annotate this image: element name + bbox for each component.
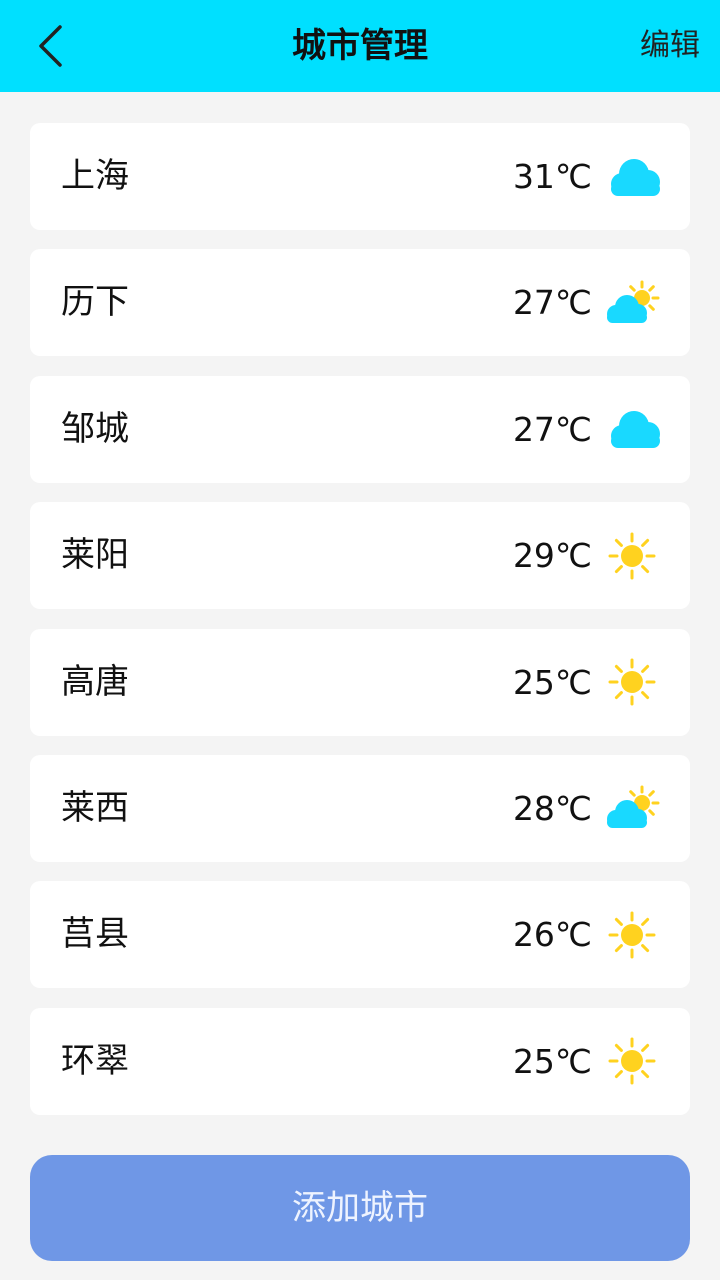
page-title: 城市管理 — [292, 26, 428, 66]
city-card[interactable]: 环翠 25℃ — [30, 1007, 690, 1115]
city-temperature: 29℃ — [512, 536, 592, 576]
cloud-icon — [611, 158, 660, 196]
partly-cloudy-icon — [607, 785, 660, 829]
city-card[interactable]: 上海 31℃ — [30, 123, 690, 230]
city-temperature: 31℃ — [512, 157, 592, 196]
chevron-left-icon — [39, 25, 62, 67]
partly-cloudy-icon — [607, 280, 660, 323]
weather-summary: 26℃ — [513, 881, 662, 988]
city-name: 高唐 — [61, 661, 129, 702]
weather-summary: 29℃ — [513, 502, 662, 609]
weather-summary: 31℃ — [513, 123, 662, 230]
edit-button[interactable]: 编辑 — [640, 0, 700, 92]
weather-summary: 25℃ — [513, 1008, 662, 1115]
city-temperature: 27℃ — [512, 283, 592, 323]
weather-summary: 25℃ — [513, 629, 662, 736]
city-temperature: 27℃ — [512, 409, 592, 449]
city-name: 莒县 — [61, 914, 129, 955]
weather-summary: 28℃ — [513, 755, 662, 862]
city-temperature: 25℃ — [512, 1041, 592, 1081]
city-name: 上海 — [61, 156, 129, 196]
weather-summary: 27℃ — [513, 376, 662, 483]
city-card[interactable]: 莒县 26℃ — [30, 881, 690, 989]
sun-icon — [608, 1037, 656, 1085]
city-card[interactable]: 邹城 27℃ — [30, 375, 690, 483]
sun-icon — [608, 532, 656, 580]
city-name: 莱西 — [61, 787, 129, 828]
city-temperature: 26℃ — [512, 915, 592, 955]
city-temperature: 25℃ — [512, 662, 592, 702]
city-name: 环翠 — [61, 1040, 129, 1081]
back-button[interactable] — [26, 18, 76, 74]
city-name: 莱阳 — [61, 535, 129, 576]
sun-icon — [608, 911, 656, 959]
city-card[interactable]: 高唐 25℃ — [30, 628, 690, 736]
city-card[interactable]: 莱阳 29℃ — [30, 502, 690, 610]
app-header: 城市管理 编辑 — [0, 0, 720, 92]
sun-icon — [608, 658, 656, 706]
city-list: 上海 31℃ 历下 27℃ 邹城 27℃ 莱阳 29℃ 高唐 25℃ 莱西 28… — [30, 123, 690, 1134]
city-name: 历下 — [61, 282, 129, 323]
add-city-button[interactable]: 添加城市 — [30, 1155, 690, 1261]
city-card[interactable]: 莱西 28℃ — [30, 754, 690, 862]
city-card[interactable]: 历下 27℃ — [30, 249, 690, 357]
city-temperature: 28℃ — [512, 788, 592, 828]
city-name: 邹城 — [61, 408, 129, 449]
weather-summary: 27℃ — [513, 249, 662, 356]
cloud-icon — [611, 411, 660, 449]
